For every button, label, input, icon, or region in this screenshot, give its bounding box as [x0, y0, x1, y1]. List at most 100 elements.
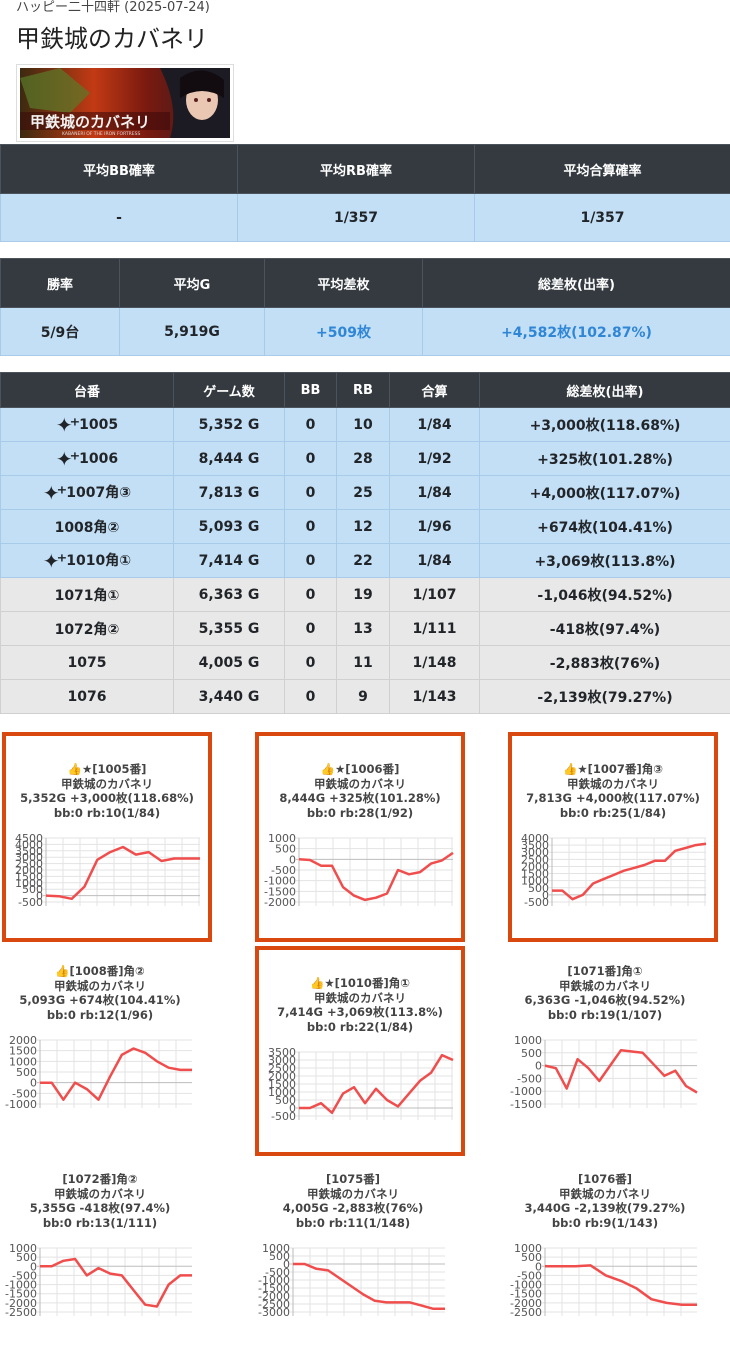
balance-chart: 10005000-500-1000-1500-2000-2500 — [5, 1242, 192, 1319]
caption-line: 6,363G -1,046枚(94.52%) — [524, 993, 686, 1007]
graph-card[interactable]: 👍★[1006番] 甲鉄城のカバネリ 8,444G +325枚(101.28%) bb… — [255, 732, 465, 942]
header-rb: RB — [336, 372, 390, 408]
balance-chart: 40003500300025002000150010005000-500 — [521, 832, 707, 909]
cell-diff: -418枚(97.4%) — [479, 611, 730, 646]
value-avg-games: 5,919G — [119, 307, 265, 356]
header-avg-rb: 平均RB確率 — [237, 144, 475, 194]
cell-total: 1/148 — [389, 645, 480, 680]
cell-no: 1076 — [0, 679, 174, 714]
graph-card[interactable]: [1071番]角① 甲鉄城のカバネリ 6,363G -1,046枚(94.52%) b… — [505, 950, 705, 1143]
y-tick-label: -1000 — [5, 1098, 37, 1111]
y-tick-label: -500 — [517, 1072, 542, 1085]
balance-chart: 3500300025002000150010005000-500 — [268, 1046, 454, 1123]
machine-banner[interactable]: 甲鉄城のカバネリ KABANERI OF THE IRON FORTRESS — [16, 64, 234, 142]
value-avg-bb: - — [0, 193, 238, 242]
y-tick-label: -500 — [271, 1110, 296, 1123]
cell-games: 7,813 G — [173, 475, 285, 510]
graph-card[interactable]: [1076番] 甲鉄城のカバネリ 3,440G -2,139枚(79.27%) bb:… — [505, 1158, 705, 1358]
graph-caption: [1071番]角① 甲鉄城のカバネリ 6,363G -1,046枚(94.52%) b… — [505, 964, 705, 1022]
graph-caption: 👍★[1007番]角③ 甲鉄城のカバネリ 7,813G +4,000枚(117.07… — [512, 762, 714, 820]
graph-card[interactable]: 👍★[1005番] 甲鉄城のカバネリ 5,352G +3,000枚(118.68%)… — [2, 732, 212, 942]
cell-bb: 0 — [284, 543, 337, 578]
cell-diff: +674枚(104.41%) — [479, 509, 730, 544]
caption-line: 5,355G -418枚(97.4%) — [29, 1201, 171, 1215]
caption-line: 5,352G +3,000枚(118.68%) — [20, 791, 194, 805]
table-row[interactable]: ✦⁺ 1005 5,352 G 0 10 1/84 +3,000枚(118.68%) — [0, 407, 730, 442]
caption-line: 甲鉄城のカバネリ — [314, 990, 406, 1005]
sparkle-icon: ✦⁺ — [55, 446, 80, 471]
cell-bb: 0 — [284, 509, 337, 544]
table-row[interactable]: ✦⁺ 1007角③ 7,813 G 0 25 1/84 +4,000枚(117.07%) — [0, 475, 730, 510]
balance-chart: 10005000-500-1000-1500-2000-2500-3000 — [258, 1242, 445, 1319]
machine-number: 1008角② — [54, 519, 120, 536]
cell-bb: 0 — [284, 407, 337, 442]
caption-line: 👍★[1007番]角③ — [563, 762, 663, 776]
table-row[interactable]: 1008角② 5,093 G 0 12 1/96 +674枚(104.41%) — [0, 509, 730, 544]
caption-line: 甲鉄城のカバネリ — [61, 776, 153, 791]
caption-line: 👍★[1010番]角① — [310, 976, 410, 990]
machine-number: 1007角③ — [66, 484, 132, 501]
cell-diff: -2,883枚(76%) — [479, 645, 730, 680]
balance-chart: 10005000-500-1000-1500 — [510, 1034, 698, 1111]
graph-card[interactable]: 👍[1008番]角② 甲鉄城のカバネリ 5,093G +674枚(104.41%) b… — [0, 950, 200, 1143]
cell-bb: 0 — [284, 645, 337, 680]
header-win-rate: 勝率 — [0, 258, 120, 308]
banner-logo-subtext: KABANERI OF THE IRON FORTRESS — [62, 131, 140, 137]
y-tick-label: -2500 — [5, 1306, 37, 1319]
cell-games: 5,355 G — [173, 611, 285, 646]
cell-diff: -1,046枚(94.52%) — [479, 577, 730, 612]
caption-line: bb:0 rb:19(1/107) — [547, 1007, 663, 1022]
cell-rb: 28 — [336, 441, 390, 476]
series-line — [293, 1262, 445, 1311]
table-row[interactable]: 1072角② 5,355 G 0 13 1/111 -418枚(97.4%) — [0, 611, 730, 646]
table-row[interactable]: ✦⁺ 1010角① 7,414 G 0 22 1/84 +3,069枚(113.8%) — [0, 543, 730, 578]
banner-logo-text: 甲鉄城のカバネリ — [30, 113, 150, 131]
cell-games: 8,444 G — [173, 441, 285, 476]
cell-no: ✦⁺ 1005 — [0, 407, 174, 442]
caption-line: bb:0 rb:9(1/143) — [551, 1215, 659, 1230]
store-date: ハッピー二十四軒 (2025-07-24) — [16, 0, 210, 15]
graph-card[interactable]: 👍★[1010番]角① 甲鉄城のカバネリ 7,414G +3,069枚(113.8%… — [255, 946, 465, 1156]
cell-no: 1008角② — [0, 509, 174, 544]
table-row[interactable]: ✦⁺ 1006 8,444 G 0 28 1/92 +325枚(101.28%) — [0, 441, 730, 476]
cell-bb: 0 — [284, 577, 337, 612]
cell-rb: 25 — [336, 475, 390, 510]
machine-number: 1072角② — [54, 621, 120, 638]
graph-card[interactable]: [1072番]角② 甲鉄城のカバネリ 5,355G -418枚(97.4%) bb:0… — [0, 1158, 200, 1358]
cell-games: 4,005 G — [173, 645, 285, 680]
table-row[interactable]: 1075 4,005 G 0 11 1/148 -2,883枚(76%) — [0, 645, 730, 680]
header-bb: BB — [284, 372, 337, 408]
series-line — [544, 1048, 698, 1094]
table-row[interactable]: 1076 3,440 G 0 9 1/143 -2,139枚(79.27%) — [0, 679, 730, 714]
caption-line: 甲鉄城のカバネリ — [559, 978, 651, 993]
machine-number: 1010角① — [66, 552, 132, 569]
value-avg-diff: +509枚 — [264, 307, 423, 356]
cell-games: 5,352 G — [173, 407, 285, 442]
cell-games: 3,440 G — [173, 679, 285, 714]
graph-card[interactable]: 👍★[1007番]角③ 甲鉄城のカバネリ 7,813G +4,000枚(117.07… — [508, 732, 718, 942]
cell-total: 1/84 — [389, 475, 480, 510]
graph-card[interactable]: [1075番] 甲鉄城のカバネリ 4,005G -2,883枚(76%) bb:0 r… — [253, 1158, 453, 1358]
caption-line: [1071番]角① — [567, 964, 643, 978]
table-row[interactable]: 1071角① 6,363 G 0 19 1/107 -1,046枚(94.52%) — [0, 577, 730, 612]
caption-line: 7,813G +4,000枚(117.07%) — [526, 791, 700, 805]
caption-line: bb:0 rb:22(1/84) — [306, 1019, 414, 1034]
y-tick-label: -3000 — [258, 1306, 290, 1319]
caption-line: 甲鉄城のカバネリ — [559, 1186, 651, 1201]
machine-number: 1076 — [67, 688, 107, 705]
graph-caption: [1076番] 甲鉄城のカバネリ 3,440G -2,139枚(79.27%) bb:… — [505, 1172, 705, 1230]
y-tick-label: 1000 — [514, 1034, 542, 1047]
caption-line: 甲鉄城のカバネリ — [314, 776, 406, 791]
y-tick-label: -1500 — [510, 1098, 542, 1111]
graph-caption: 👍★[1010番]角① 甲鉄城のカバネリ 7,414G +3,069枚(113.8%… — [259, 976, 461, 1034]
cell-no: ✦⁺ 1007角③ — [0, 475, 174, 510]
header-games: ゲーム数 — [173, 372, 285, 408]
cell-total: 1/84 — [389, 407, 480, 442]
value-avg-total: 1/357 — [474, 193, 730, 242]
cell-total: 1/143 — [389, 679, 480, 714]
caption-line: bb:0 rb:10(1/84) — [53, 805, 161, 820]
result-summary-table: 勝率 平均G 平均差枚 総差枚(出率) 5/9台 5,919G +509枚 +4… — [0, 258, 730, 356]
caption-line: 👍[1008番]角② — [55, 964, 145, 978]
series-line — [40, 1047, 192, 1101]
header-total-diff: 総差枚(出率) — [422, 258, 730, 308]
